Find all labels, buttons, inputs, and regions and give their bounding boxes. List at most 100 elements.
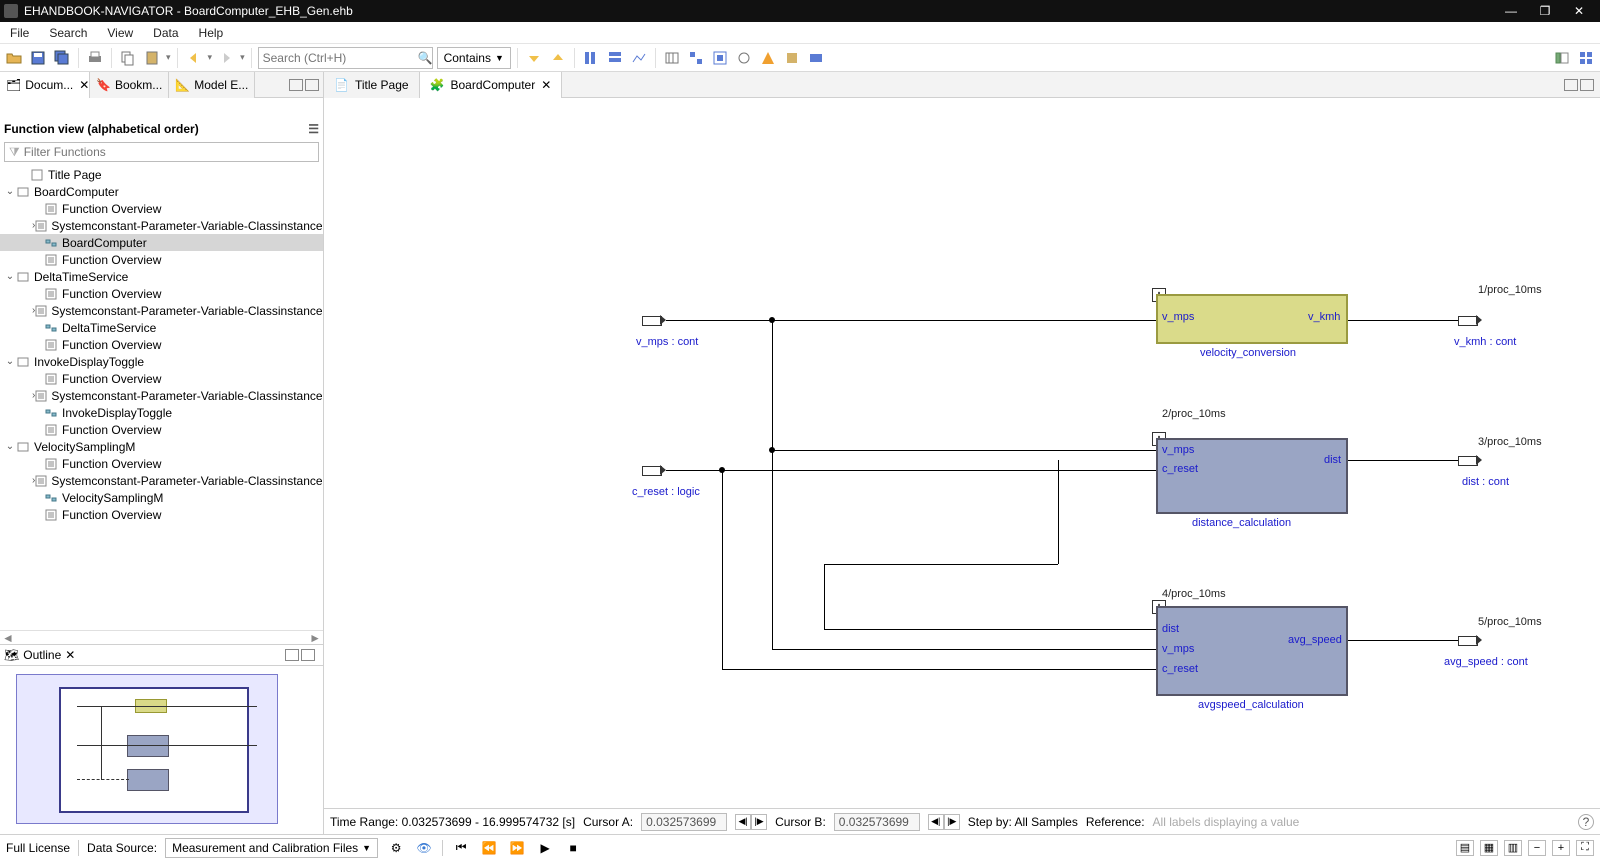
tree-node[interactable]: Function Overview [0, 336, 323, 353]
menu-view[interactable]: View [97, 22, 143, 44]
tree-node[interactable]: VelocitySamplingM [0, 489, 323, 506]
cursor-a-value[interactable]: 0.032573699 [641, 813, 727, 831]
tool-e-icon[interactable] [686, 48, 706, 68]
tree-node[interactable]: Function Overview [0, 285, 323, 302]
tool-g-icon[interactable] [734, 48, 754, 68]
outline-view[interactable] [0, 666, 323, 834]
twisty-icon[interactable]: ⌄ [4, 356, 16, 367]
tool-j-icon[interactable] [806, 48, 826, 68]
maximize-editor-button[interactable] [1580, 79, 1594, 91]
minimize-editor-button[interactable] [1564, 79, 1578, 91]
search-input[interactable] [263, 51, 418, 65]
tree-node[interactable]: DeltaTimeService [0, 319, 323, 336]
tree-node[interactable]: ⌄DeltaTimeService [0, 268, 323, 285]
twisty-icon[interactable]: ⌄ [4, 271, 16, 282]
eye-icon[interactable]: 👁 [414, 838, 434, 858]
input-port-c-reset[interactable] [642, 466, 666, 476]
tree-node[interactable]: ⌄InvokeDisplayToggle [0, 353, 323, 370]
menu-data[interactable]: Data [143, 22, 188, 44]
cursor-b-value[interactable]: 0.032573699 [834, 813, 920, 831]
help-icon[interactable]: ? [1578, 814, 1594, 830]
copy-icon[interactable] [118, 48, 138, 68]
zoom-in-button[interactable]: + [1552, 840, 1570, 856]
tree-node[interactable]: ⌄VelocitySamplingM [0, 438, 323, 455]
close-icon[interactable]: ✕ [541, 78, 551, 92]
twisty-icon[interactable]: ⌄ [4, 441, 16, 452]
tool-f-icon[interactable] [710, 48, 730, 68]
diagram-canvas[interactable]: v_mps : cont c_reset : logic + [324, 98, 1600, 808]
input-port-v-mps[interactable] [642, 316, 666, 326]
cursor-a-prev-button[interactable]: ◀| [735, 814, 751, 830]
sidebar-toggle-icon[interactable] [1552, 48, 1572, 68]
search-icon[interactable]: 🔍 [418, 51, 433, 65]
sidebar-tab-modelexplorer[interactable]: 📐 Model E... [169, 72, 255, 98]
save-icon[interactable] [28, 48, 48, 68]
tool-d-icon[interactable] [662, 48, 682, 68]
close-icon[interactable]: ✕ [65, 648, 75, 662]
open-icon[interactable] [4, 48, 24, 68]
search-box[interactable]: 🔍 [258, 47, 433, 69]
tree-node[interactable]: ›Systemconstant-Parameter-Variable-Class… [0, 302, 323, 319]
output-port-dist[interactable] [1458, 456, 1482, 466]
tree-node[interactable]: ›Systemconstant-Parameter-Variable-Class… [0, 387, 323, 404]
arrow-down-icon[interactable] [524, 48, 544, 68]
close-icon[interactable]: ✕ [79, 78, 89, 92]
filter-box[interactable]: ⧩ [4, 142, 319, 162]
tool-i-icon[interactable] [782, 48, 802, 68]
menu-file[interactable]: File [0, 22, 39, 44]
tool-h-icon[interactable] [758, 48, 778, 68]
step-back-icon[interactable]: ⏪ [479, 838, 499, 858]
tree-node[interactable]: ⌄BoardComputer [0, 183, 323, 200]
tree-node[interactable]: Function Overview [0, 455, 323, 472]
menu-search[interactable]: Search [39, 22, 97, 44]
tree-node[interactable]: Function Overview [0, 200, 323, 217]
tree-node[interactable]: ›Systemconstant-Parameter-Variable-Class… [0, 217, 323, 234]
close-window-button[interactable]: ✕ [1562, 0, 1596, 22]
tree-node[interactable]: Function Overview [0, 370, 323, 387]
view-menu-icon[interactable]: ☰ [308, 122, 319, 136]
sidebar-tab-bookmarks[interactable]: 🔖 Bookm... [90, 72, 169, 98]
back-icon[interactable] [184, 48, 204, 68]
layout-a-button[interactable]: ▤ [1456, 840, 1474, 856]
filter-input[interactable] [24, 145, 314, 159]
stop-icon[interactable]: ■ [563, 838, 583, 858]
layout-b-button[interactable]: ▦ [1480, 840, 1498, 856]
cursor-b-prev-button[interactable]: ◀| [928, 814, 944, 830]
output-port-avg-speed[interactable] [1458, 636, 1482, 646]
paste-icon[interactable] [142, 48, 162, 68]
skip-start-icon[interactable]: ⏮ [451, 838, 471, 858]
layout-c-button[interactable]: ▥ [1504, 840, 1522, 856]
outline-thumbnail[interactable] [16, 674, 278, 824]
function-tree[interactable]: Title Page⌄BoardComputerFunction Overvie… [0, 164, 323, 630]
panels-icon[interactable] [1576, 48, 1596, 68]
tab-boardcomputer[interactable]: 🧩 BoardComputer ✕ [420, 72, 563, 98]
play-icon[interactable]: ▶ [535, 838, 555, 858]
minimize-view-button[interactable] [289, 79, 303, 91]
tool-b-icon[interactable] [605, 48, 625, 68]
tool-c-icon[interactable] [629, 48, 649, 68]
tab-title-page[interactable]: 📄 Title Page [324, 72, 420, 98]
tree-node[interactable]: ›Systemconstant-Parameter-Variable-Class… [0, 472, 323, 489]
forward-icon[interactable] [216, 48, 236, 68]
zoom-out-button[interactable]: − [1528, 840, 1546, 856]
tree-node[interactable]: InvokeDisplayToggle [0, 404, 323, 421]
maximize-view-button[interactable] [305, 79, 319, 91]
minimize-button[interactable]: — [1494, 0, 1528, 22]
minimize-outline-button[interactable] [285, 649, 299, 661]
tree-node[interactable]: Function Overview [0, 506, 323, 523]
menu-help[interactable]: Help [189, 22, 234, 44]
tree-node[interactable]: Function Overview [0, 251, 323, 268]
cursor-b-next-button[interactable]: |▶ [944, 814, 960, 830]
tree-node[interactable]: Function Overview [0, 421, 323, 438]
tree-node[interactable]: Title Page [0, 166, 323, 183]
twisty-icon[interactable]: ⌄ [4, 186, 16, 197]
h-scrollbar[interactable]: ◄► [0, 630, 323, 644]
arrow-up-icon[interactable] [548, 48, 568, 68]
print-icon[interactable] [85, 48, 105, 68]
data-source-combo[interactable]: Measurement and Calibration Files ▼ [165, 838, 378, 858]
sidebar-tab-documentation[interactable]: 🗂 Docum... ✕ [0, 72, 90, 98]
maximize-button[interactable]: ❐ [1528, 0, 1562, 22]
step-fwd-icon[interactable]: ⏩ [507, 838, 527, 858]
tool-a-icon[interactable] [581, 48, 601, 68]
cursor-a-next-button[interactable]: |▶ [751, 814, 767, 830]
